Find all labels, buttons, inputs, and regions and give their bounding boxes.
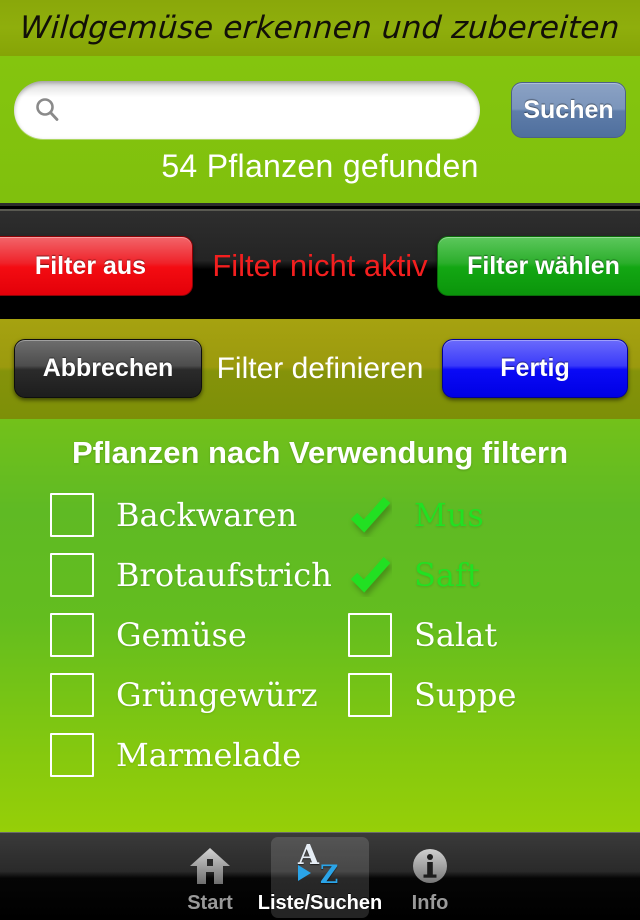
filter-option-row[interactable]: Gemüse (50, 605, 332, 665)
filter-option-label: Gemüse (116, 616, 247, 654)
search-field[interactable] (14, 81, 480, 139)
choose-filter-button[interactable]: Filter wählen (437, 236, 640, 296)
filter-column-left: Backwaren Brotaufstrich Gemüse Grüngewürz Ma… (50, 485, 332, 785)
tab-label-start: Start (187, 892, 233, 914)
filter-option-row[interactable]: Backwaren (50, 485, 332, 545)
filter-option-row[interactable]: Grüngewürz (50, 665, 332, 725)
tab-info[interactable]: Info (381, 837, 479, 918)
tab-start[interactable]: Start (161, 837, 259, 918)
filter-status-bar: Filter aus Filter nicht aktiv Filter wäh… (0, 209, 640, 319)
filter-option-label: Brotaufstrich (116, 556, 332, 594)
filter-option-label: Marmelade (116, 736, 302, 774)
info-icon (410, 843, 450, 889)
filter-option-label: Saft (414, 556, 480, 594)
filter-option-label: Grüngewürz (116, 676, 318, 714)
checkmark-icon[interactable] (348, 493, 392, 537)
filter-option-row[interactable]: Salat (348, 605, 516, 665)
tab-label-liste-suchen: Liste/Suchen (257, 892, 383, 914)
filter-panel: Pflanzen nach Verwendung filtern Backwar… (0, 419, 640, 832)
search-input[interactable] (60, 96, 480, 124)
filter-panel-heading: Pflanzen nach Verwendung filtern (71, 435, 569, 470)
search-button[interactable]: Suchen (511, 82, 626, 138)
checkbox-unchecked[interactable] (50, 673, 94, 717)
checkbox-unchecked[interactable] (50, 493, 94, 537)
checkbox-unchecked[interactable] (50, 553, 94, 597)
filter-option-row[interactable]: Suppe (348, 665, 516, 725)
filter-option-label: Backwaren (116, 496, 298, 534)
filter-option-label: Mus (414, 496, 484, 534)
filter-option-row[interactable]: Marmelade (50, 725, 332, 785)
title-bar: Wildgemüse erkennen und zubereiten (0, 0, 640, 56)
done-button[interactable]: Fertig (442, 339, 628, 398)
home-icon (188, 843, 232, 889)
search-section: Suchen 54 Pflanzen gefunden (0, 56, 640, 206)
checkbox-unchecked[interactable] (50, 613, 94, 657)
filter-option-row[interactable]: Mus (348, 485, 516, 545)
filter-column-right: Mus Saft Salat Suppe (348, 485, 516, 725)
a-to-z-icon: A Z (298, 840, 339, 889)
results-count-text: 54 Pflanzen gefunden (161, 148, 479, 184)
filter-option-row[interactable]: Saft (348, 545, 516, 605)
search-icon (34, 97, 60, 123)
filter-option-row[interactable]: Brotaufstrich (50, 545, 332, 605)
checkbox-unchecked[interactable] (348, 673, 392, 717)
filter-option-label: Suppe (414, 676, 517, 714)
tab-liste-suchen[interactable]: A Z Liste/Suchen (258, 837, 382, 918)
tab-bar: Start A Z Liste/Suchen Info (0, 832, 640, 920)
filter-define-bar: Abbrechen Filter definieren Fertig (0, 319, 640, 419)
tab-label-info: Info (411, 892, 449, 914)
checkbox-unchecked[interactable] (348, 613, 392, 657)
checkbox-unchecked[interactable] (50, 733, 94, 777)
app-window: Wildgemüse erkennen und zubereiten Suche… (0, 0, 640, 920)
page-title: Wildgemüse erkennen und zubereiten (18, 10, 622, 46)
filter-option-label: Salat (414, 616, 498, 654)
checkmark-icon[interactable] (348, 553, 392, 597)
